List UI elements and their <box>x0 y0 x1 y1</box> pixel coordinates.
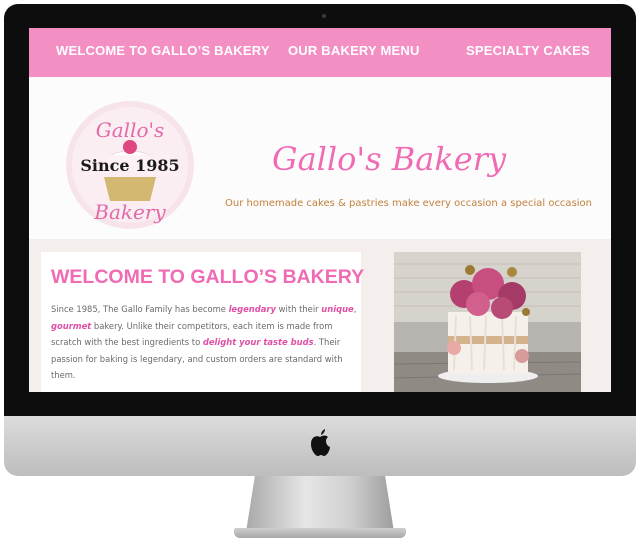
cupcake-icon <box>104 177 156 201</box>
logo-text-bottom: Bakery <box>93 200 166 224</box>
welcome-card: WELCOME TO GALLO’S BAKERY Since 1985, Th… <box>41 252 365 392</box>
camera-dot <box>322 14 326 18</box>
highlight-legendary: legendary <box>228 304 276 314</box>
highlight-gourmet: gourmet <box>51 320 92 331</box>
website-screen: WELCOME TO GALLO’S BAKERY OUR BAKERY MEN… <box>29 28 611 392</box>
site-title: Gallo's Bakery <box>272 140 507 178</box>
logo-text-since: Since 1985 <box>80 156 179 175</box>
welcome-text-2: with their <box>276 304 322 314</box>
logo-text-top: Gallo's <box>96 118 165 142</box>
nav-item-specialty-cakes[interactable]: SPECIALTY CAKES <box>466 43 590 58</box>
monitor-stand-neck <box>246 476 394 532</box>
monitor-stand-foot <box>234 528 406 538</box>
site-tagline: Our homemade cakes & pastries make every… <box>225 198 593 209</box>
cake-photo <box>394 252 581 392</box>
nav-item-menu[interactable]: OUR BAKERY MENU <box>288 43 420 58</box>
welcome-text-1: Since 1985, The Gallo Family has become <box>51 304 229 314</box>
welcome-text-3: , <box>353 304 357 314</box>
highlight-unique: unique <box>321 304 354 314</box>
site-header: Gallo's Since 1985 Bakery Gallo's Bakery… <box>29 77 611 239</box>
bakery-logo[interactable]: Gallo's Since 1985 Bakery <box>64 99 196 231</box>
welcome-paragraph: Since 1985, The Gallo Family has become … <box>51 301 357 384</box>
apple-logo-icon <box>311 429 330 456</box>
nav-item-welcome[interactable]: WELCOME TO GALLO’S BAKERY <box>56 43 270 58</box>
highlight-delight: delight your taste buds <box>202 337 314 347</box>
welcome-heading: WELCOME TO GALLO’S BAKERY <box>51 266 365 288</box>
main-content: WELCOME TO GALLO’S BAKERY Since 1985, Th… <box>29 239 611 392</box>
top-nav: WELCOME TO GALLO’S BAKERY OUR BAKERY MEN… <box>29 28 611 77</box>
